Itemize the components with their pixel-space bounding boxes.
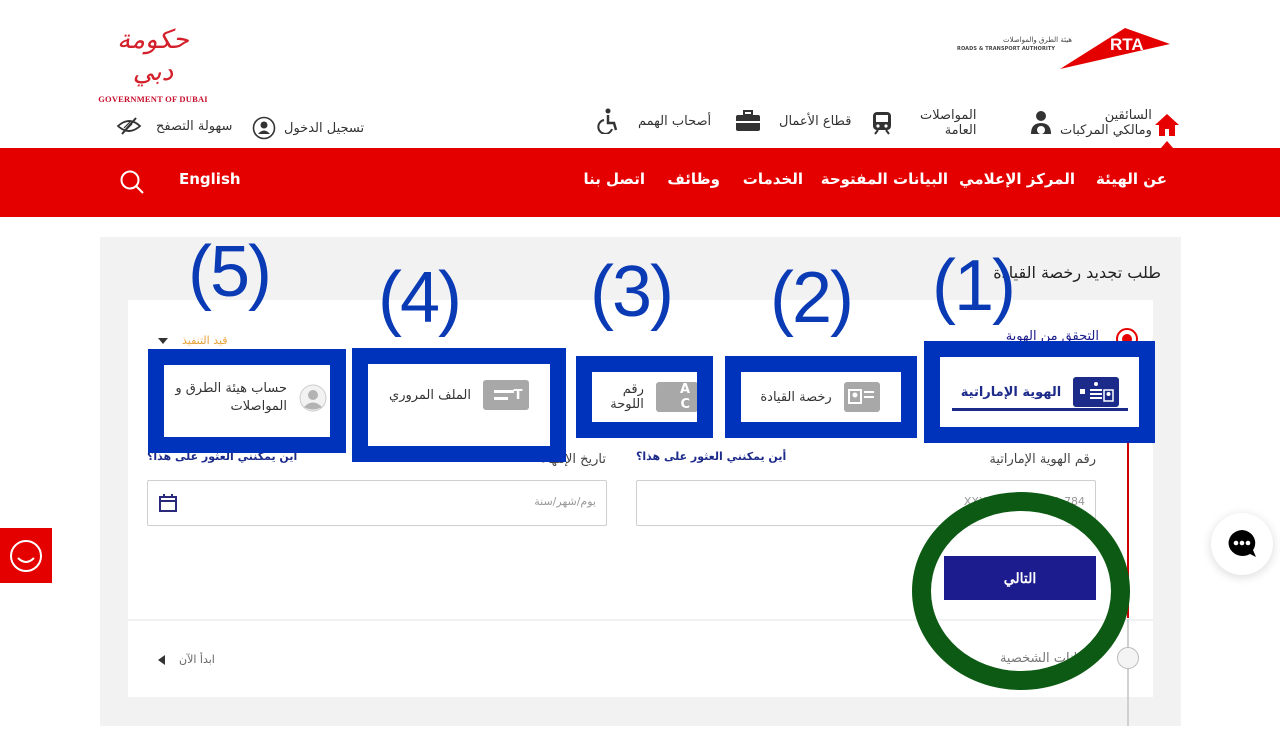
eye-slash-icon (116, 117, 142, 135)
caret-down-icon (158, 337, 168, 344)
step-pending-line (1127, 619, 1129, 726)
chat-bubble-icon (1228, 530, 1256, 557)
accessibility-link[interactable]: سهولة التصفح (116, 116, 232, 136)
nav-contact[interactable]: اتصل بنا (583, 170, 645, 188)
train-icon (873, 112, 891, 135)
feedback-button[interactable] (0, 528, 52, 583)
emirates-id-input[interactable]: 784-XXXX-XXXXXXX-9 (636, 480, 1096, 526)
nav-media-center[interactable]: المركز الإعلامي (959, 170, 1075, 188)
method-driving-license-label: رخصة القيادة (760, 389, 832, 405)
status-label: قيد التنفيذ (182, 334, 228, 347)
expiry-date-input[interactable]: يوم/شهر/سنة (147, 480, 607, 526)
chat-button[interactable] (1211, 513, 1273, 575)
method-emirates-id-label: الهوية الإماراتية (960, 384, 1062, 400)
nav-about[interactable]: عن الهيئة (1096, 170, 1167, 188)
svg-text:RTA: RTA (1110, 35, 1144, 54)
expiry-date-placeholder: يوم/شهر/سنة (534, 495, 596, 508)
emirates-id-help-link[interactable]: أين يمكنني العثور على هذا؟ (636, 450, 786, 463)
method-traffic-file[interactable]: T الملف المروري (384, 364, 534, 426)
topnav-people-of-determination[interactable]: أصحاب الهمم (596, 108, 711, 134)
step-2-label[interactable]: البيانات الشخصية (1000, 651, 1093, 666)
step-1-label[interactable]: التحقق من الهوية (1006, 329, 1099, 344)
method-driving-license[interactable]: رخصة القيادة (741, 372, 899, 422)
top-navigation: السائقين ومالكي المركبات المواصلات العام… (0, 104, 1280, 148)
home-active-indicator (1161, 141, 1173, 148)
login-link[interactable]: تسجيل الدخول (252, 116, 364, 140)
method-traffic-file-label: الملف المروري (389, 387, 471, 403)
calendar-icon[interactable] (158, 493, 178, 513)
rta-logo-english: ROADS & TRANSPORT AUTHORITY (957, 46, 1056, 52)
topnav-public-transport[interactable]: المواصلات العامة (870, 108, 976, 138)
topnav-business[interactable]: قطاع الأعمال (735, 110, 851, 132)
method-rta-account-label: حساب هيئة الطرق و المواصلات (175, 381, 287, 414)
main-navigation: عن الهيئة المركز الإعلامي البيانات المفت… (0, 148, 1280, 217)
status-dropdown[interactable]: قيد التنفيذ (158, 334, 228, 347)
emirates-id-label: رقم الهوية الإماراتية (989, 452, 1096, 467)
nav-services[interactable]: الخدمات (743, 170, 803, 188)
search-icon[interactable] (118, 168, 146, 196)
driver-icon (1031, 111, 1051, 134)
method-rta-account[interactable]: حساب هيئة الطرق و المواصلات (166, 364, 330, 432)
method-emirates-id[interactable]: الهوية الإماراتية (940, 357, 1140, 427)
briefcase-icon (736, 110, 760, 131)
method-plate-number[interactable]: A C رقم اللوحة (590, 372, 698, 422)
emirates-id-icon (1073, 377, 1120, 407)
smiley-icon (10, 539, 42, 572)
nav-careers[interactable]: وظائف (667, 170, 720, 188)
topnav-pod-label: أصحاب الهمم (638, 113, 712, 129)
dubai-logo-arabic: حكومة دبي (117, 25, 190, 87)
user-circle-icon (252, 116, 276, 140)
rta-logo[interactable]: هيئة الطرق والمواصلات ROADS & TRANSPORT … (955, 26, 1170, 72)
expiry-help-link[interactable]: أين يمكنني العثور على هذا؟ (147, 450, 297, 463)
wheelchair-icon (597, 108, 618, 134)
traffic-file-icon: T (483, 380, 529, 410)
nav-open-data[interactable]: البيانات المفتوحة (821, 170, 948, 188)
expiry-date-label: تاريخ الإنتهاء (541, 452, 606, 467)
account-icon (299, 384, 327, 412)
topnav-public-transport-label: المواصلات العامة (920, 108, 977, 138)
step-2-indicator (1117, 647, 1139, 669)
emirates-id-placeholder: 784-XXXX-XXXXXXX-9 (963, 495, 1085, 508)
accessibility-label: سهولة التصفح (156, 118, 233, 134)
method-plate-number-label: رقم اللوحة (610, 382, 644, 412)
topnav-business-label: قطاع الأعمال (779, 113, 852, 129)
topnav-drivers-label: السائقين ومالكي المركبات (1060, 108, 1152, 138)
government-of-dubai-logo[interactable]: حكومة دبي GOVERNMENT OF DUBAI (98, 24, 208, 104)
page-title: طلب تجديد رخصة القيادة (993, 263, 1161, 282)
login-label: تسجيل الدخول (284, 120, 365, 136)
step-1-indicator (1116, 328, 1138, 350)
caret-left-icon (158, 654, 165, 665)
start-now-link[interactable]: ابدأ الآن (158, 653, 215, 666)
plate-icon: A C (655, 382, 698, 412)
next-button[interactable]: التالي (944, 556, 1096, 600)
home-icon[interactable] (1154, 112, 1180, 138)
start-now-label: ابدأ الآن (179, 653, 215, 666)
rta-logo-mark: RTA (1060, 28, 1170, 69)
selected-indicator (952, 408, 1128, 411)
dubai-logo-english: GOVERNMENT OF DUBAI (98, 94, 208, 104)
language-toggle[interactable]: English (179, 170, 241, 188)
topnav-drivers[interactable]: السائقين ومالكي المركبات (1030, 108, 1152, 138)
license-icon (843, 382, 880, 412)
